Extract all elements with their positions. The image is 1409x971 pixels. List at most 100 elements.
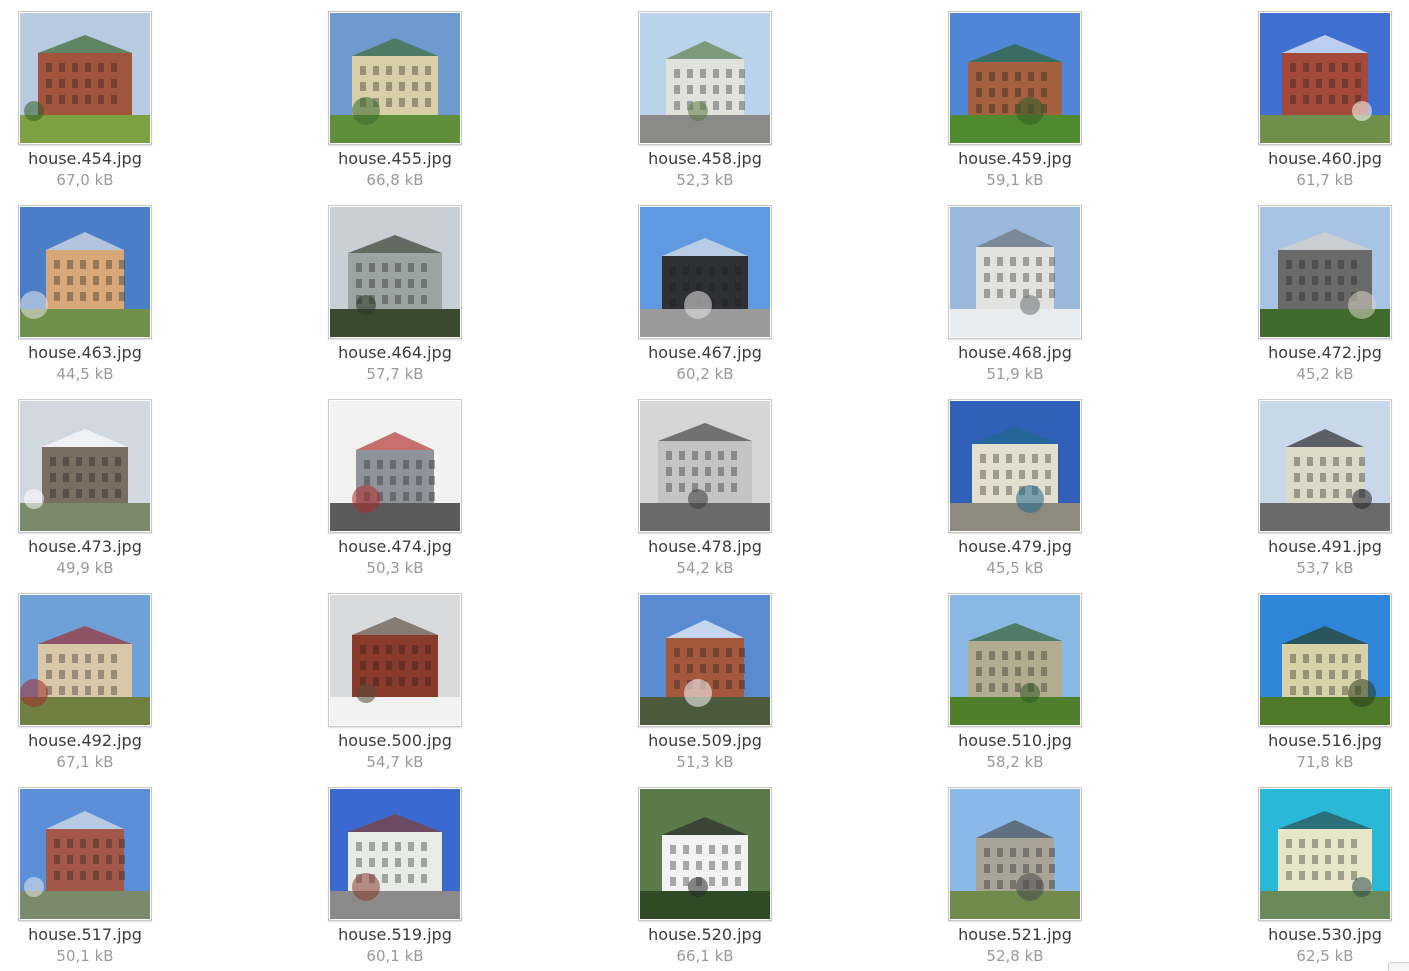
file-name-label: house.491.jpg: [1268, 537, 1382, 556]
file-size-label: 54,7 kB: [366, 753, 424, 771]
file-name-label: house.519.jpg: [338, 925, 452, 944]
file-thumbnail[interactable]: [638, 787, 772, 921]
file-name-label: house.520.jpg: [648, 925, 762, 944]
file-thumbnail[interactable]: [948, 11, 1082, 145]
file-size-label: 54,2 kB: [676, 559, 734, 577]
file-item[interactable]: house.468.jpg 51,9 kB: [930, 194, 1100, 384]
file-size-label: 71,8 kB: [1296, 753, 1354, 771]
file-thumbnail[interactable]: [328, 399, 462, 533]
file-thumbnail[interactable]: [638, 399, 772, 533]
file-size-label: 58,2 kB: [986, 753, 1044, 771]
file-thumbnail[interactable]: [948, 593, 1082, 727]
file-item[interactable]: house.455.jpg 66,8 kB: [310, 0, 480, 190]
file-item[interactable]: house.474.jpg 50,3 kB: [310, 388, 480, 578]
file-name-label: house.467.jpg: [648, 343, 762, 362]
file-name-label: house.509.jpg: [648, 731, 762, 750]
file-name-label: house.500.jpg: [338, 731, 452, 750]
file-item[interactable]: house.517.jpg 50,1 kB: [0, 776, 170, 966]
file-name-label: house.510.jpg: [958, 731, 1072, 750]
photo-thumbnail-image: [1260, 13, 1390, 143]
file-name-label: house.473.jpg: [28, 537, 142, 556]
file-item[interactable]: house.460.jpg 61,7 kB: [1240, 0, 1409, 190]
file-item[interactable]: house.509.jpg 51,3 kB: [620, 582, 790, 772]
file-item[interactable]: house.467.jpg 60,2 kB: [620, 194, 790, 384]
file-name-label: house.460.jpg: [1268, 149, 1382, 168]
file-size-label: 52,8 kB: [986, 947, 1044, 965]
file-thumbnail[interactable]: [638, 205, 772, 339]
photo-thumbnail-image: [1260, 207, 1390, 337]
photo-thumbnail-image: [950, 207, 1080, 337]
file-size-label: 51,3 kB: [676, 753, 734, 771]
file-item[interactable]: house.479.jpg 45,5 kB: [930, 388, 1100, 578]
file-thumbnail[interactable]: [18, 593, 152, 727]
file-thumbnail[interactable]: [328, 593, 462, 727]
photo-thumbnail-image: [330, 789, 460, 919]
file-size-label: 60,2 kB: [676, 365, 734, 383]
file-thumbnail[interactable]: [948, 787, 1082, 921]
photo-thumbnail-image: [950, 789, 1080, 919]
photo-thumbnail-image: [640, 789, 770, 919]
file-item[interactable]: house.464.jpg 57,7 kB: [310, 194, 480, 384]
file-item[interactable]: house.521.jpg 52,8 kB: [930, 776, 1100, 966]
file-size-label: 50,1 kB: [56, 947, 114, 965]
file-thumbnail[interactable]: [638, 593, 772, 727]
photo-thumbnail-image: [20, 789, 150, 919]
file-item[interactable]: house.463.jpg 44,5 kB: [0, 194, 170, 384]
file-name-label: house.464.jpg: [338, 343, 452, 362]
file-size-label: 49,9 kB: [56, 559, 114, 577]
photo-thumbnail-image: [330, 595, 460, 725]
file-thumbnail[interactable]: [1258, 787, 1392, 921]
file-thumbnail[interactable]: [1258, 593, 1392, 727]
file-name-label: house.468.jpg: [958, 343, 1072, 362]
file-size-label: 59,1 kB: [986, 171, 1044, 189]
file-size-label: 61,7 kB: [1296, 171, 1354, 189]
file-thumbnail[interactable]: [18, 205, 152, 339]
file-name-label: house.458.jpg: [648, 149, 762, 168]
file-icon-grid: house.454.jpg 67,0 kB house.455.jpg 66,8 kB…: [0, 0, 1409, 971]
file-thumbnail[interactable]: [1258, 399, 1392, 533]
photo-thumbnail-image: [950, 595, 1080, 725]
file-thumbnail[interactable]: [948, 205, 1082, 339]
photo-thumbnail-image: [1260, 401, 1390, 531]
photo-thumbnail-image: [950, 13, 1080, 143]
file-item[interactable]: house.473.jpg 49,9 kB: [0, 388, 170, 578]
file-item[interactable]: house.458.jpg 52,3 kB: [620, 0, 790, 190]
file-item[interactable]: house.454.jpg 67,0 kB: [0, 0, 170, 190]
file-item[interactable]: house.510.jpg 58,2 kB: [930, 582, 1100, 772]
file-thumbnail[interactable]: [638, 11, 772, 145]
file-size-label: 66,1 kB: [676, 947, 734, 965]
file-name-label: house.516.jpg: [1268, 731, 1382, 750]
photo-thumbnail-image: [950, 401, 1080, 531]
file-thumbnail[interactable]: [328, 787, 462, 921]
file-item[interactable]: house.500.jpg 54,7 kB: [310, 582, 480, 772]
file-item[interactable]: house.472.jpg 45,2 kB: [1240, 194, 1409, 384]
file-item[interactable]: house.520.jpg 66,1 kB: [620, 776, 790, 966]
file-thumbnail[interactable]: [1258, 205, 1392, 339]
file-size-label: 66,8 kB: [366, 171, 424, 189]
file-item[interactable]: house.492.jpg 67,1 kB: [0, 582, 170, 772]
file-thumbnail[interactable]: [328, 205, 462, 339]
file-thumbnail[interactable]: [948, 399, 1082, 533]
file-name-label: house.454.jpg: [28, 149, 142, 168]
file-item[interactable]: house.478.jpg 54,2 kB: [620, 388, 790, 578]
file-thumbnail[interactable]: [18, 11, 152, 145]
resize-corner-handle[interactable]: [1388, 962, 1409, 971]
file-item[interactable]: house.491.jpg 53,7 kB: [1240, 388, 1409, 578]
file-thumbnail[interactable]: [18, 399, 152, 533]
file-thumbnail[interactable]: [328, 11, 462, 145]
photo-thumbnail-image: [1260, 789, 1390, 919]
file-item[interactable]: house.519.jpg 60,1 kB: [310, 776, 480, 966]
file-size-label: 60,1 kB: [366, 947, 424, 965]
file-item[interactable]: house.516.jpg 71,8 kB: [1240, 582, 1409, 772]
file-thumbnail[interactable]: [18, 787, 152, 921]
file-size-label: 67,0 kB: [56, 171, 114, 189]
file-name-label: house.517.jpg: [28, 925, 142, 944]
file-thumbnail[interactable]: [1258, 11, 1392, 145]
photo-thumbnail-image: [20, 13, 150, 143]
file-name-label: house.530.jpg: [1268, 925, 1382, 944]
file-item[interactable]: house.530.jpg 62,5 kB: [1240, 776, 1409, 966]
file-size-label: 44,5 kB: [56, 365, 114, 383]
file-item[interactable]: house.459.jpg 59,1 kB: [930, 0, 1100, 190]
file-size-label: 62,5 kB: [1296, 947, 1354, 965]
file-name-label: house.459.jpg: [958, 149, 1072, 168]
